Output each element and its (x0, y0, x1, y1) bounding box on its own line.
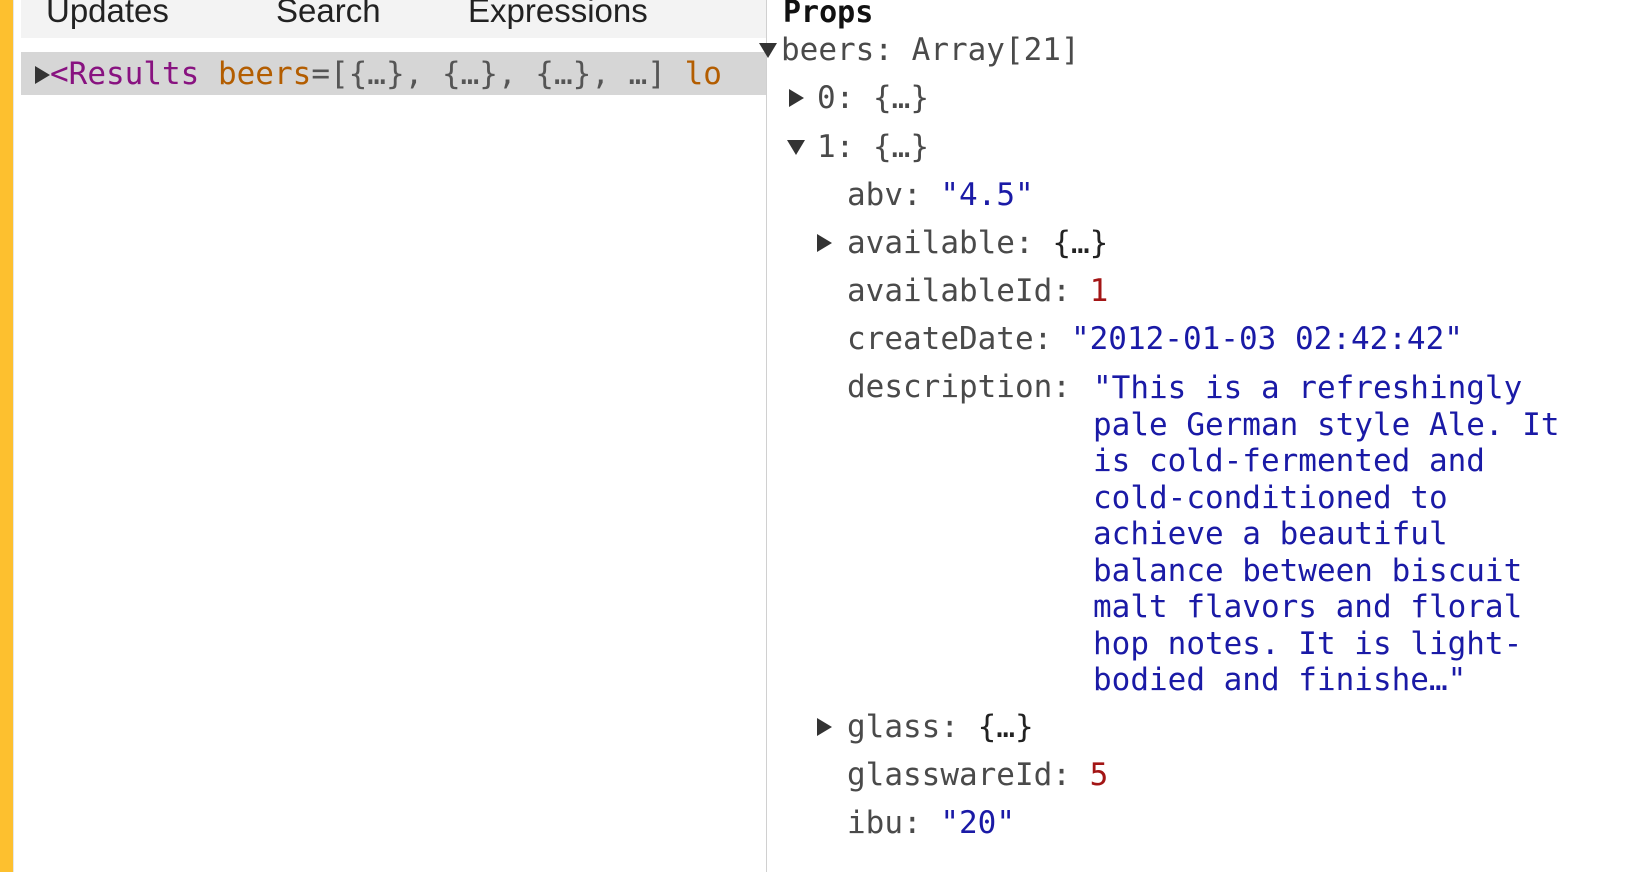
tab-expressions[interactable]: Expressions (468, 0, 648, 30)
prop-value: 1 (1089, 273, 1109, 309)
prop-key: 0: (817, 80, 855, 116)
tab-search[interactable]: Search (276, 0, 381, 30)
prop-value: "4.5" (940, 177, 1034, 213)
prop-key: abv: (847, 177, 922, 213)
prop-row-ibu[interactable]: ibu: "20" (847, 804, 1015, 842)
prop-key: 1: (817, 129, 855, 165)
expand-arrow-icon[interactable] (817, 234, 832, 252)
prop-value: {…} (873, 129, 929, 165)
prop-row-createDate[interactable]: createDate: "2012-01-03 02:42:42" (847, 320, 1463, 358)
prop-key: available: (847, 225, 1034, 261)
prop-key: glass: (847, 709, 959, 745)
prop-name: beers (217, 56, 312, 92)
prop-value: [{…}, {…}, {…}, …] (329, 56, 666, 92)
prop-row-availableId[interactable]: availableId: 1 (847, 272, 1108, 310)
prop-row-description[interactable]: description: (847, 368, 1071, 406)
expand-arrow-icon[interactable] (35, 66, 50, 84)
prop-value: "2012-01-03 02:42:42" (1070, 321, 1463, 357)
prop-value: 5 (1089, 757, 1109, 793)
prop-key: description: (847, 369, 1071, 405)
collapse-arrow-icon[interactable] (759, 43, 777, 58)
component-tag: <Results (50, 56, 200, 92)
description-value: "This is a refreshingly pale German styl… (1093, 370, 1560, 698)
prop-key: availableId: (847, 273, 1071, 309)
prop-key: glasswareId: (847, 757, 1071, 793)
prop-key: createDate: (847, 321, 1053, 357)
prop-equals: = (311, 56, 330, 92)
prop-value: Array[21] (911, 32, 1080, 68)
component-tree-pane: Updates Search Expressions <Results beer… (21, 0, 766, 872)
tab-updates[interactable]: Updates (46, 0, 169, 30)
props-title: Props (783, 0, 874, 30)
next-prop-name: lo (684, 56, 722, 92)
prop-row-abv[interactable]: abv: "4.5" (847, 176, 1034, 214)
prop-value: {…} (873, 80, 929, 116)
collapse-arrow-icon[interactable] (787, 140, 805, 155)
tab-bar: Updates Search Expressions (21, 0, 766, 38)
prop-value: {…} (977, 709, 1034, 745)
prop-row-glasswareId[interactable]: glasswareId: 5 (847, 756, 1108, 794)
tree-row-results[interactable]: <Results beers=[{…}, {…}, {…}, …] lo (21, 52, 766, 95)
expand-arrow-icon[interactable] (789, 89, 804, 107)
window-accent-bar (0, 0, 13, 872)
expand-arrow-icon[interactable] (817, 718, 832, 736)
prop-key: beers: (781, 32, 893, 68)
prop-key: ibu: (847, 805, 922, 841)
prop-value: "20" (940, 805, 1015, 841)
tree-row-content: <Results beers=[{…}, {…}, {…}, …] lo (35, 54, 722, 94)
prop-value: {…} (1052, 225, 1109, 261)
window-accent-edge (13, 0, 21, 872)
